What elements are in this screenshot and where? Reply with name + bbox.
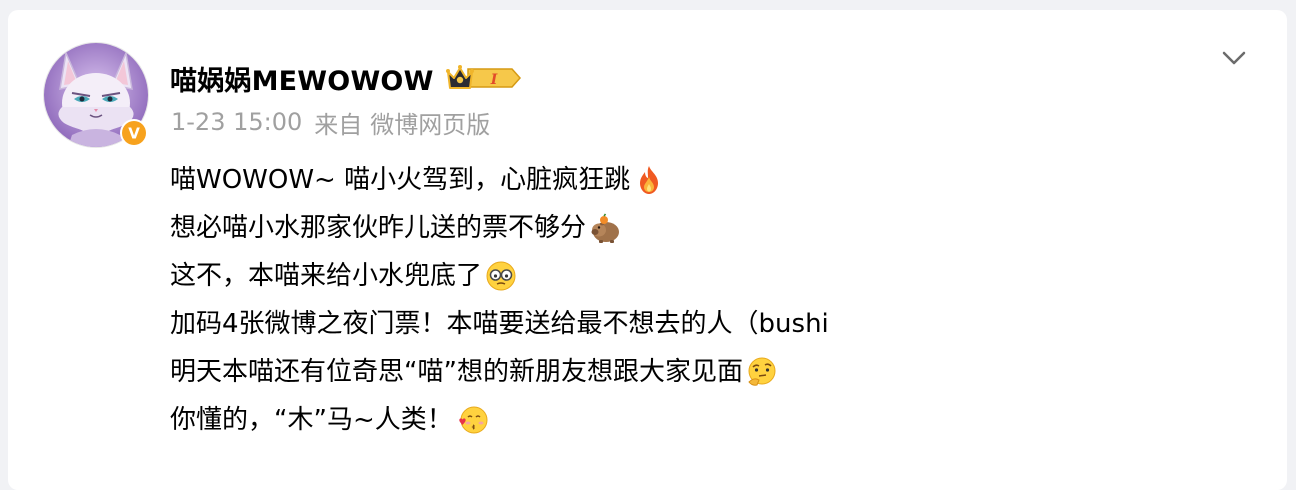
- author-row: 喵娲娲MEWOWOW I: [170, 58, 522, 98]
- fire-emoji-icon: [640, 166, 659, 194]
- post-source-client[interactable]: 微博网页版: [370, 105, 490, 140]
- post-line-text: 这不，本喵来给小水兜底了: [170, 261, 483, 291]
- post-line: 明天本喵还有位奇思“喵”想的新朋友想跟大家见面: [170, 348, 1260, 396]
- capybara-emoji-icon: [591, 213, 620, 243]
- post-line: 想必喵小水那家伙昨儿送的票不够分: [170, 204, 1260, 252]
- post-line-text: 喵WOWOW~ 喵小火驾到，心脏疯狂跳: [170, 165, 631, 195]
- post-source-prefix: 来自: [314, 110, 363, 139]
- post-card: V 喵娲娲MEWOWOW I 1-23 15:00 来自 微博网页版 喵WOWO…: [8, 10, 1287, 490]
- verified-badge-letter: V: [128, 125, 140, 143]
- post-line: 加码4张微博之夜门票！本喵要送给最不想去的人（bushi: [170, 300, 1260, 348]
- post-text: 喵WOWOW~ 喵小火驾到，心脏疯狂跳 想必喵小水那家伙昨儿送的票不够分 这不，…: [170, 156, 1260, 444]
- chevron-down-icon[interactable]: [1220, 46, 1248, 70]
- post-line-text: 你懂的，“木”马~人类！: [170, 405, 453, 435]
- author-name[interactable]: 喵娲娲MEWOWOW: [170, 59, 434, 98]
- glasses-face-emoji-icon: [486, 261, 516, 291]
- post-line: 你懂的，“木”马~人类！: [170, 396, 1260, 444]
- vip-crown-badge-icon[interactable]: I: [445, 62, 522, 94]
- post-line-text: 明天本喵还有位奇思“喵”想的新朋友想跟大家见面: [170, 357, 743, 387]
- thinking-face-emoji-icon: [748, 357, 776, 386]
- post-line-text: 加码4张微博之夜门票！本喵要送给最不想去的人（bushi: [170, 309, 829, 339]
- post-line: 喵WOWOW~ 喵小火驾到，心脏疯狂跳: [170, 156, 1260, 204]
- post-line: 这不，本喵来给小水兜底了: [170, 252, 1260, 300]
- vip-badge-label: I: [489, 72, 497, 88]
- post-line-text: 想必喵小水那家伙昨儿送的票不够分: [170, 213, 587, 243]
- verified-badge-icon: V: [119, 118, 149, 148]
- avatar[interactable]: V: [43, 42, 149, 148]
- post-meta: 1-23 15:00 来自 微博网页版: [171, 102, 490, 142]
- post-time[interactable]: 1-23 15:00: [171, 108, 302, 136]
- kissing-face-emoji-icon: [459, 406, 488, 434]
